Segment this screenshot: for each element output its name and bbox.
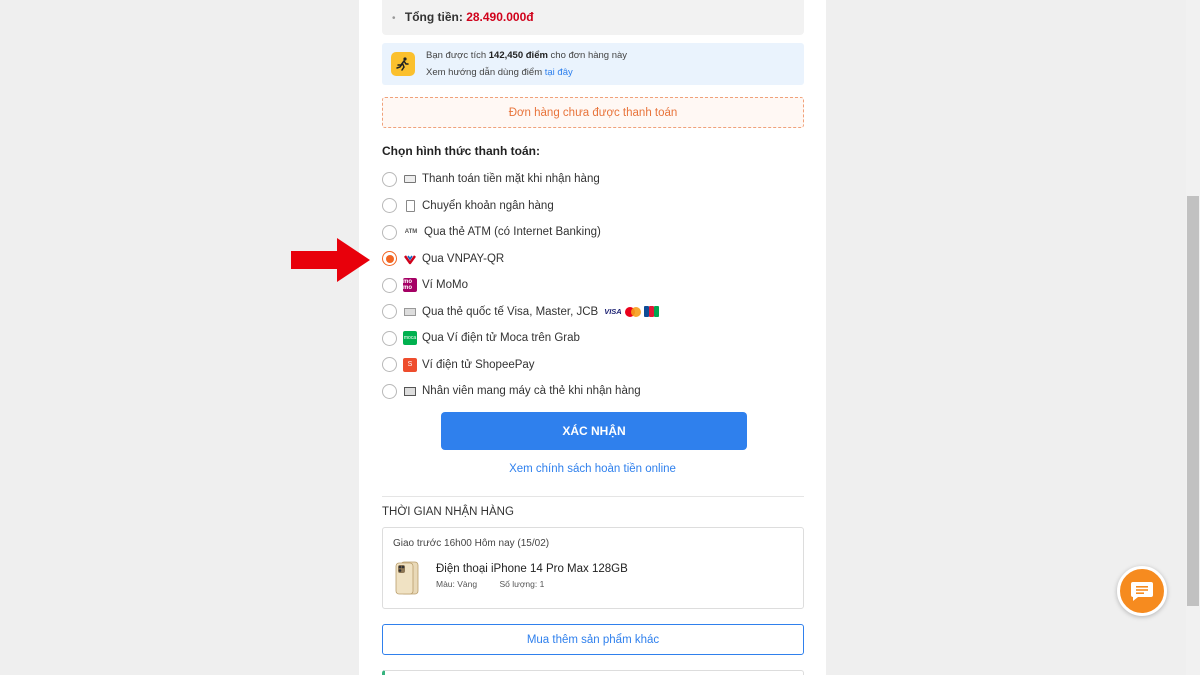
reward-points-box: Bạn được tích 142,450 điểm cho đơn hàng … — [382, 43, 804, 85]
mastercard-logo-icon — [624, 306, 641, 317]
order-summary-box: • Tổng tiền: 28.490.000đ — [382, 0, 804, 35]
radio-button[interactable] — [382, 330, 397, 346]
radio-button[interactable] — [382, 171, 397, 187]
payment-method-list: Thanh toán tiền mặt khi nhận hàng Chuyển… — [382, 166, 804, 405]
payment-option-pos[interactable]: Nhân viên mang máy cà thẻ khi nhận hàng — [382, 378, 804, 405]
points-guide-text: Xem hướng dẫn dùng điểm tại đây — [426, 67, 573, 78]
payment-option-international-card[interactable]: Qua thẻ quốc tế Visa, Master, JCB VISA — [382, 299, 804, 326]
credit-card-icon — [403, 305, 417, 319]
product-meta: Màu: Vàng Số lượng: 1 — [436, 579, 544, 589]
moca-icon: moca — [403, 331, 417, 346]
buy-more-button[interactable]: Mua thêm sản phẩm khác — [382, 624, 804, 655]
shopeepay-icon: S — [403, 357, 417, 372]
chat-icon[interactable] — [1117, 566, 1167, 616]
radio-button[interactable] — [382, 304, 397, 320]
total-label: Tổng tiền: — [404, 10, 463, 24]
bank-transfer-icon — [403, 199, 417, 213]
product-quantity: Số lượng: 1 — [499, 579, 545, 589]
product-thumbnail — [395, 561, 421, 595]
atm-icon: ATM — [404, 229, 418, 236]
section-divider — [382, 496, 804, 497]
scrollbar-thumb[interactable] — [1187, 196, 1199, 606]
radio-button[interactable] — [382, 224, 397, 240]
payment-option-bank-transfer[interactable]: Chuyển khoản ngân hàng — [382, 193, 804, 220]
payment-method-title: Chọn hình thức thanh toán: — [382, 144, 540, 158]
payment-option-cash[interactable]: Thanh toán tiền mặt khi nhận hàng — [382, 166, 804, 193]
points-value: 142,450 điểm — [488, 50, 548, 61]
payment-option-label: Nhân viên mang máy cà thẻ khi nhận hàng — [422, 385, 641, 398]
card-brand-logos: VISA — [604, 306, 659, 318]
payment-status-banner: Đơn hàng chưa được thanh toán — [382, 97, 804, 128]
payment-option-label: Thanh toán tiền mặt khi nhận hàng — [422, 173, 600, 186]
delivery-section-title: THỜI GIAN NHẬN HÀNG — [382, 506, 514, 518]
visa-logo-icon: VISA — [604, 307, 622, 317]
delivery-time: Giao trước 16h00 Hôm nay (15/02) — [393, 538, 550, 549]
red-arrow-icon — [291, 238, 370, 282]
running-man-icon — [391, 52, 415, 76]
bullet-icon: • — [392, 13, 396, 24]
payment-option-vnpay[interactable]: Qua VNPAY-QR — [382, 246, 804, 273]
next-section-edge — [382, 670, 804, 675]
payment-option-label: Qua VNPAY-QR — [422, 252, 505, 265]
payment-option-label: Ví MoMo — [422, 279, 469, 292]
jcb-logo-icon — [643, 306, 659, 318]
cash-icon — [403, 172, 417, 186]
pos-terminal-icon — [403, 384, 417, 398]
radio-button-selected[interactable] — [382, 251, 397, 267]
payment-option-moca[interactable]: moca Qua Ví điện tử Moca trên Grab — [382, 325, 804, 352]
checkout-card: • Tổng tiền: 28.490.000đ Bạn được tích 1… — [359, 0, 826, 675]
payment-option-label: Qua thẻ ATM (có Internet Banking) — [424, 226, 601, 239]
radio-button[interactable] — [382, 198, 397, 214]
payment-option-atm[interactable]: ATM Qua thẻ ATM (có Internet Banking) — [382, 219, 804, 246]
payment-option-momo[interactable]: mo mo Ví MoMo — [382, 272, 804, 299]
payment-option-label: Qua Ví điện tử Moca trên Grab — [422, 332, 580, 345]
confirm-button[interactable]: XÁC NHẬN — [441, 412, 747, 450]
payment-option-label: Ví điện tử ShopeePay — [422, 358, 535, 371]
payment-option-label: Chuyển khoản ngân hàng — [422, 199, 554, 212]
radio-button[interactable] — [382, 383, 397, 399]
refund-policy-link[interactable]: Xem chính sách hoàn tiền online — [359, 463, 826, 475]
delivery-box: Giao trước 16h00 Hôm nay (15/02) Điện th… — [382, 527, 804, 609]
points-earned-text: Bạn được tích 142,450 điểm cho đơn hàng … — [426, 50, 628, 61]
product-color: Màu: Vàng — [436, 579, 478, 589]
payment-option-shopeepay[interactable]: S Ví điện tử ShopeePay — [382, 352, 804, 379]
order-total-line: • Tổng tiền: 28.490.000đ — [392, 10, 534, 24]
product-name: Điện thoại iPhone 14 Pro Max 128GB — [436, 563, 628, 575]
total-amount: 28.490.000đ — [466, 10, 534, 24]
payment-option-label: Qua thẻ quốc tế Visa, Master, JCB — [422, 305, 599, 318]
radio-button[interactable] — [382, 277, 397, 293]
vnpay-icon — [403, 252, 417, 266]
momo-icon: mo mo — [403, 278, 417, 293]
points-guide-link[interactable]: tại đây — [545, 67, 573, 78]
radio-button[interactable] — [382, 357, 397, 373]
